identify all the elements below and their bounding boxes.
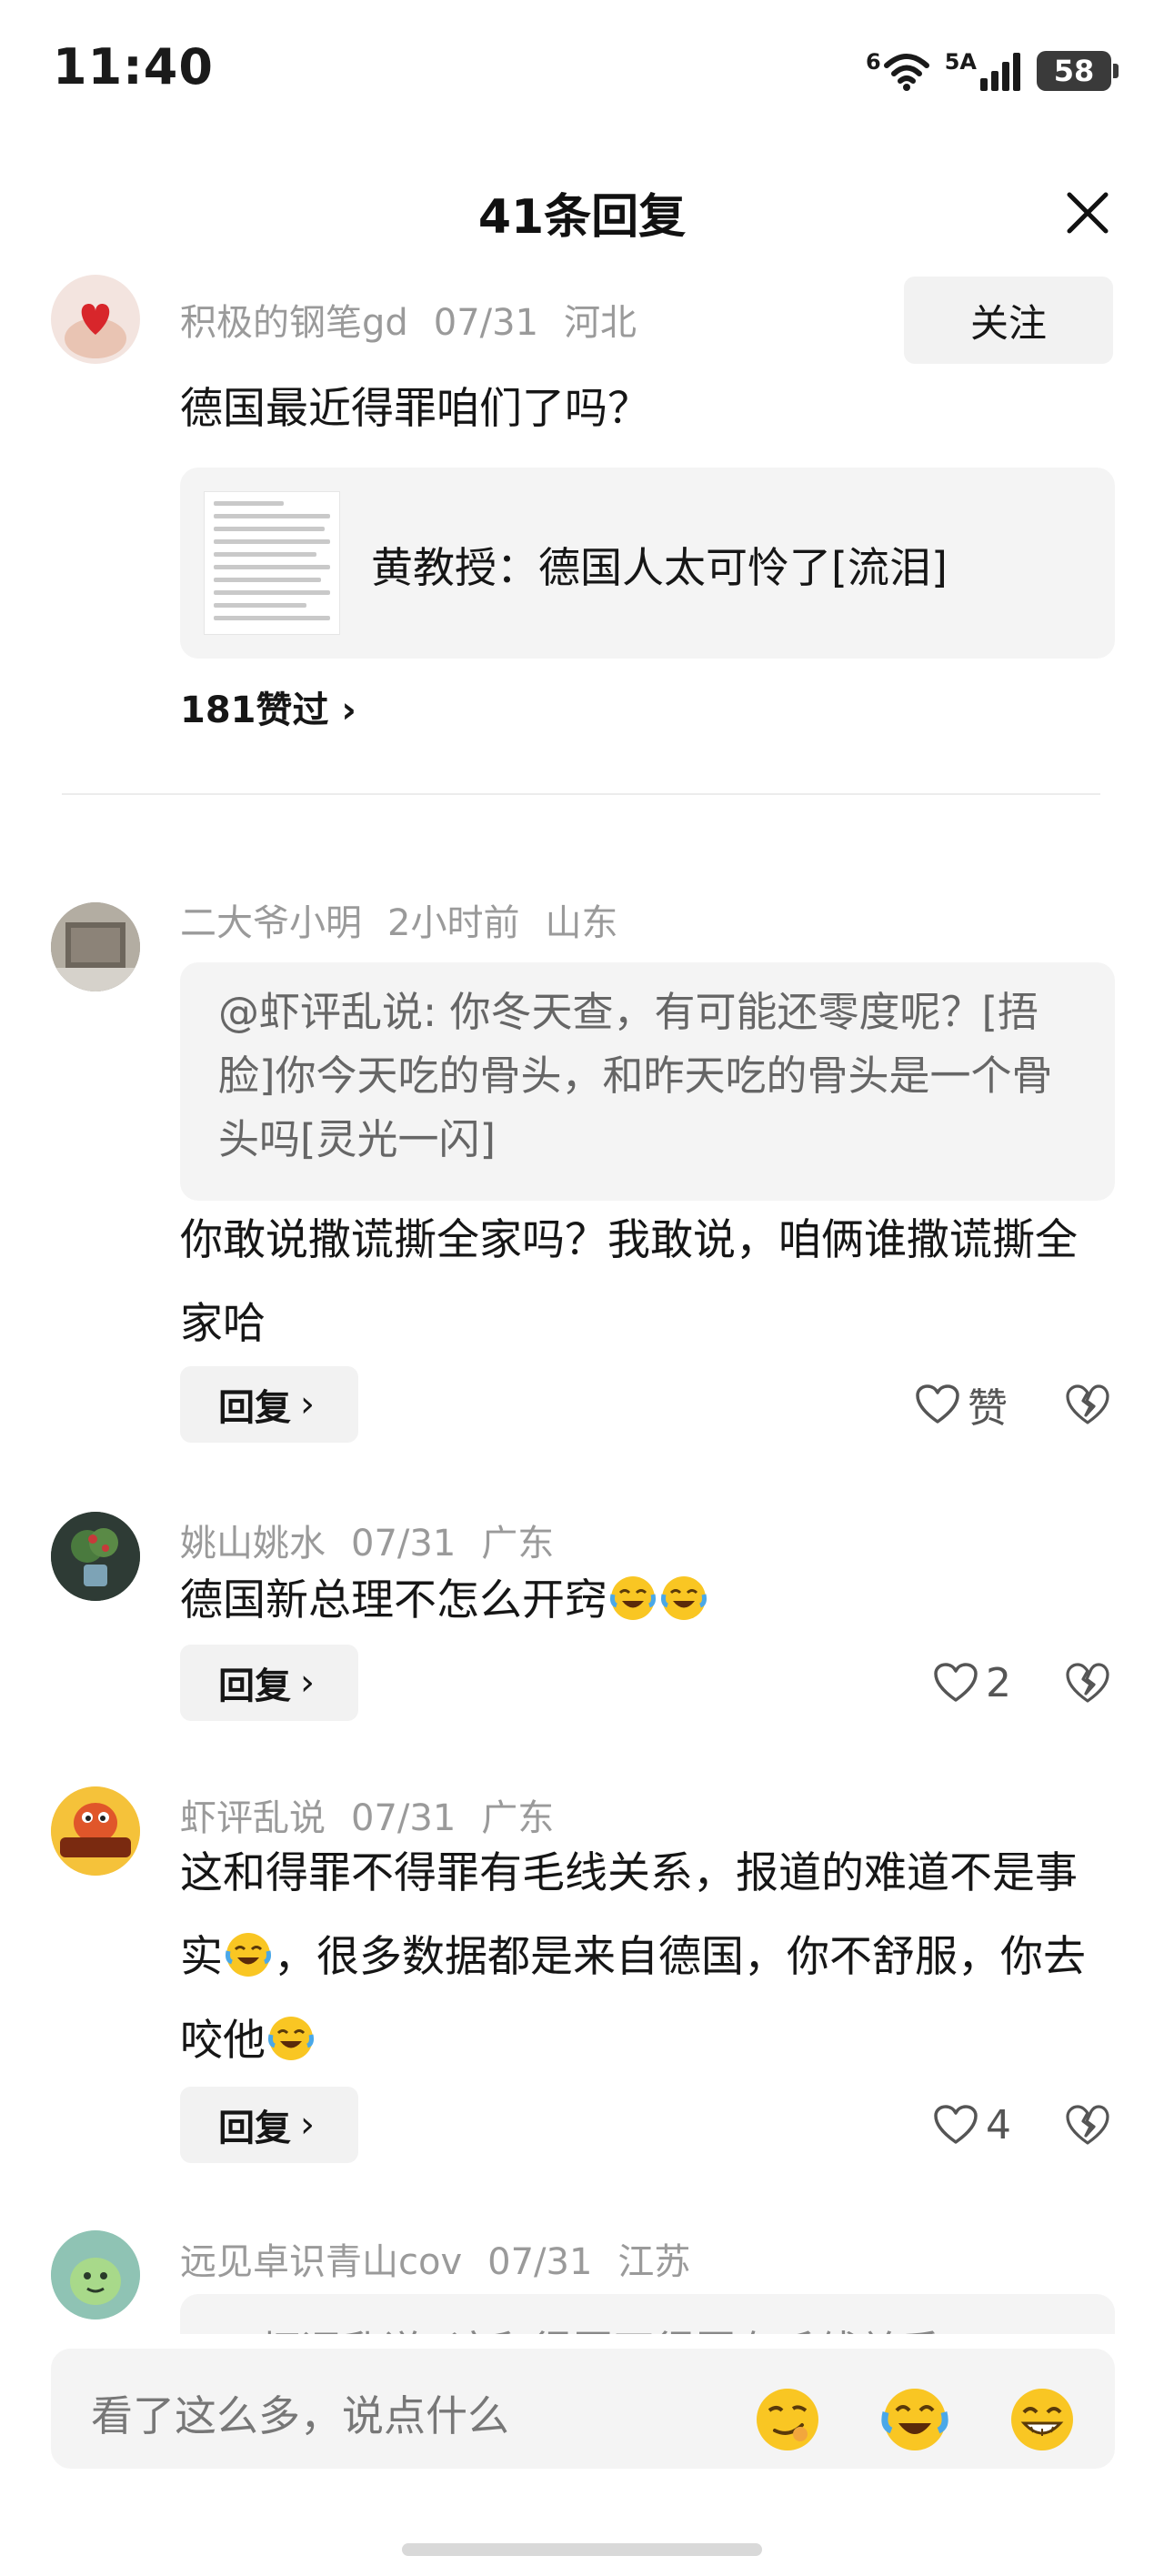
avatar[interactable]	[51, 902, 140, 991]
cry-laugh-emoji-icon	[610, 1576, 656, 1620]
username[interactable]: 二大爷小明	[180, 902, 362, 944]
cry-laugh-emoji-icon	[226, 1933, 271, 1977]
network-label-cell: 5A	[944, 49, 977, 75]
likes-link-label: 181赞过	[180, 689, 329, 731]
comment-text: 这和得罪不得罪有毛线关系，报道的难道不是事实 ，很多数据都是来自德国，你不舒服，你…	[180, 1832, 1117, 2083]
quoted-reply: @虾评乱说: 你冬天查，有可能还零度呢？[捂脸]你今天吃的骨头，和昨天吃的骨头是…	[180, 962, 1115, 1201]
heart-hands-avatar-image	[65, 304, 126, 358]
cry-laugh-emoji-icon	[661, 1576, 707, 1620]
comment-text: 你敢说撒谎撕全家吗？我敢说，咱俩谁撒谎撕全家哈	[180, 1215, 1078, 1349]
close-icon[interactable]	[1062, 187, 1113, 238]
shrimp-logo-avatar-image	[51, 1786, 140, 1876]
home-indicator[interactable]	[402, 2543, 762, 2556]
plant-avatar-image	[51, 1512, 140, 1601]
comment-input-bar: 看了这么多，说点什么	[0, 2334, 1164, 2576]
username[interactable]: 远见卓识青山cov	[180, 2241, 462, 2283]
reply-button-label: 回复	[218, 2108, 291, 2149]
heart-outline-icon	[934, 1663, 978, 1702]
comment-meta: 积极的钢笔gd 07/31 河北	[180, 293, 637, 346]
cry-laugh-emoji-icon	[268, 2017, 314, 2060]
like-button[interactable]: 赞	[915, 1375, 1008, 1434]
cartoon-avatar-image	[51, 2230, 140, 2319]
comment-date: 07/31	[487, 2241, 593, 2283]
grin-emoji-icon[interactable]	[1008, 2385, 1077, 2454]
comment-location: 江苏	[617, 2241, 691, 2283]
heart-outline-icon	[916, 1384, 959, 1424]
like-count: 2	[986, 1659, 1011, 1706]
divider	[62, 793, 1100, 795]
comment-date: 07/31	[433, 302, 539, 344]
smirk-emoji-icon[interactable]	[753, 2385, 822, 2454]
avatar[interactable]	[51, 1512, 140, 1601]
like-button[interactable]: 4	[933, 2096, 1011, 2154]
comment-date: 2小时前	[387, 902, 520, 944]
avatar[interactable]	[51, 1786, 140, 1876]
heart-outline-icon	[934, 2105, 978, 2144]
signal-icon	[980, 53, 1020, 91]
comment-text: 德国最近得罪咱们了吗？	[180, 384, 650, 434]
status-icons: 6 5A 58	[866, 45, 1119, 96]
reply-button[interactable]: 回复 ›	[180, 2087, 358, 2163]
stone-avatar-image	[51, 902, 140, 991]
comment-text-content: 德国新总理不怎么开窍	[180, 1575, 607, 1625]
network-label-wifi: 6	[866, 49, 881, 75]
comment-meta: 远见卓识青山cov 07/31 江苏	[180, 2232, 690, 2285]
wifi-icon	[883, 54, 929, 91]
broken-heart-icon[interactable]	[1064, 1381, 1111, 1428]
article-thumbnail	[204, 491, 340, 635]
like-button[interactable]: 2	[933, 1654, 1011, 1712]
comment-location: 河北	[564, 302, 637, 344]
avatar[interactable]	[51, 275, 140, 364]
comment-text-part2: ，很多数据都是来自德国，你不舒服，你去咬他	[180, 1932, 1086, 2066]
battery-icon: 58	[1037, 51, 1119, 91]
like-label: 赞	[968, 1385, 1008, 1432]
avatar[interactable]	[51, 2230, 140, 2319]
cry-laugh-emoji-icon[interactable]	[880, 2385, 949, 2454]
broken-heart-icon[interactable]	[1064, 2101, 1111, 2148]
comment-meta: 二大爷小明 2小时前 山东	[180, 893, 617, 946]
battery-level: 58	[1053, 54, 1095, 88]
reply-button[interactable]: 回复 ›	[180, 1366, 358, 1443]
reply-button-label: 回复	[218, 1387, 291, 1429]
like-count: 4	[986, 2101, 1011, 2148]
follow-button[interactable]: 关注	[904, 277, 1113, 364]
reply-button[interactable]: 回复 ›	[180, 1645, 358, 1721]
status-bar: 11:40 6 5A 58	[0, 0, 1164, 136]
reply-button-label: 回复	[218, 1665, 291, 1707]
comment-location: 山东	[545, 902, 618, 944]
comment-input[interactable]: 看了这么多，说点什么	[51, 2349, 1115, 2469]
comment-text: 德国新总理不怎么开窍	[180, 1559, 1117, 1643]
article-link-title: 黄教授：德国人太可怜了[流泪]	[371, 543, 948, 592]
likes-link[interactable]: 181赞过 ›	[180, 680, 356, 733]
status-time: 11:40	[53, 38, 214, 96]
broken-heart-icon[interactable]	[1064, 1659, 1111, 1706]
article-link-card[interactable]: 黄教授：德国人太可怜了[流泪]	[180, 468, 1115, 659]
comment-input-placeholder: 看了这么多，说点什么	[91, 2391, 509, 2440]
page-title: 41条回复	[477, 190, 687, 245]
username[interactable]: 积极的钢笔gd	[180, 302, 408, 344]
